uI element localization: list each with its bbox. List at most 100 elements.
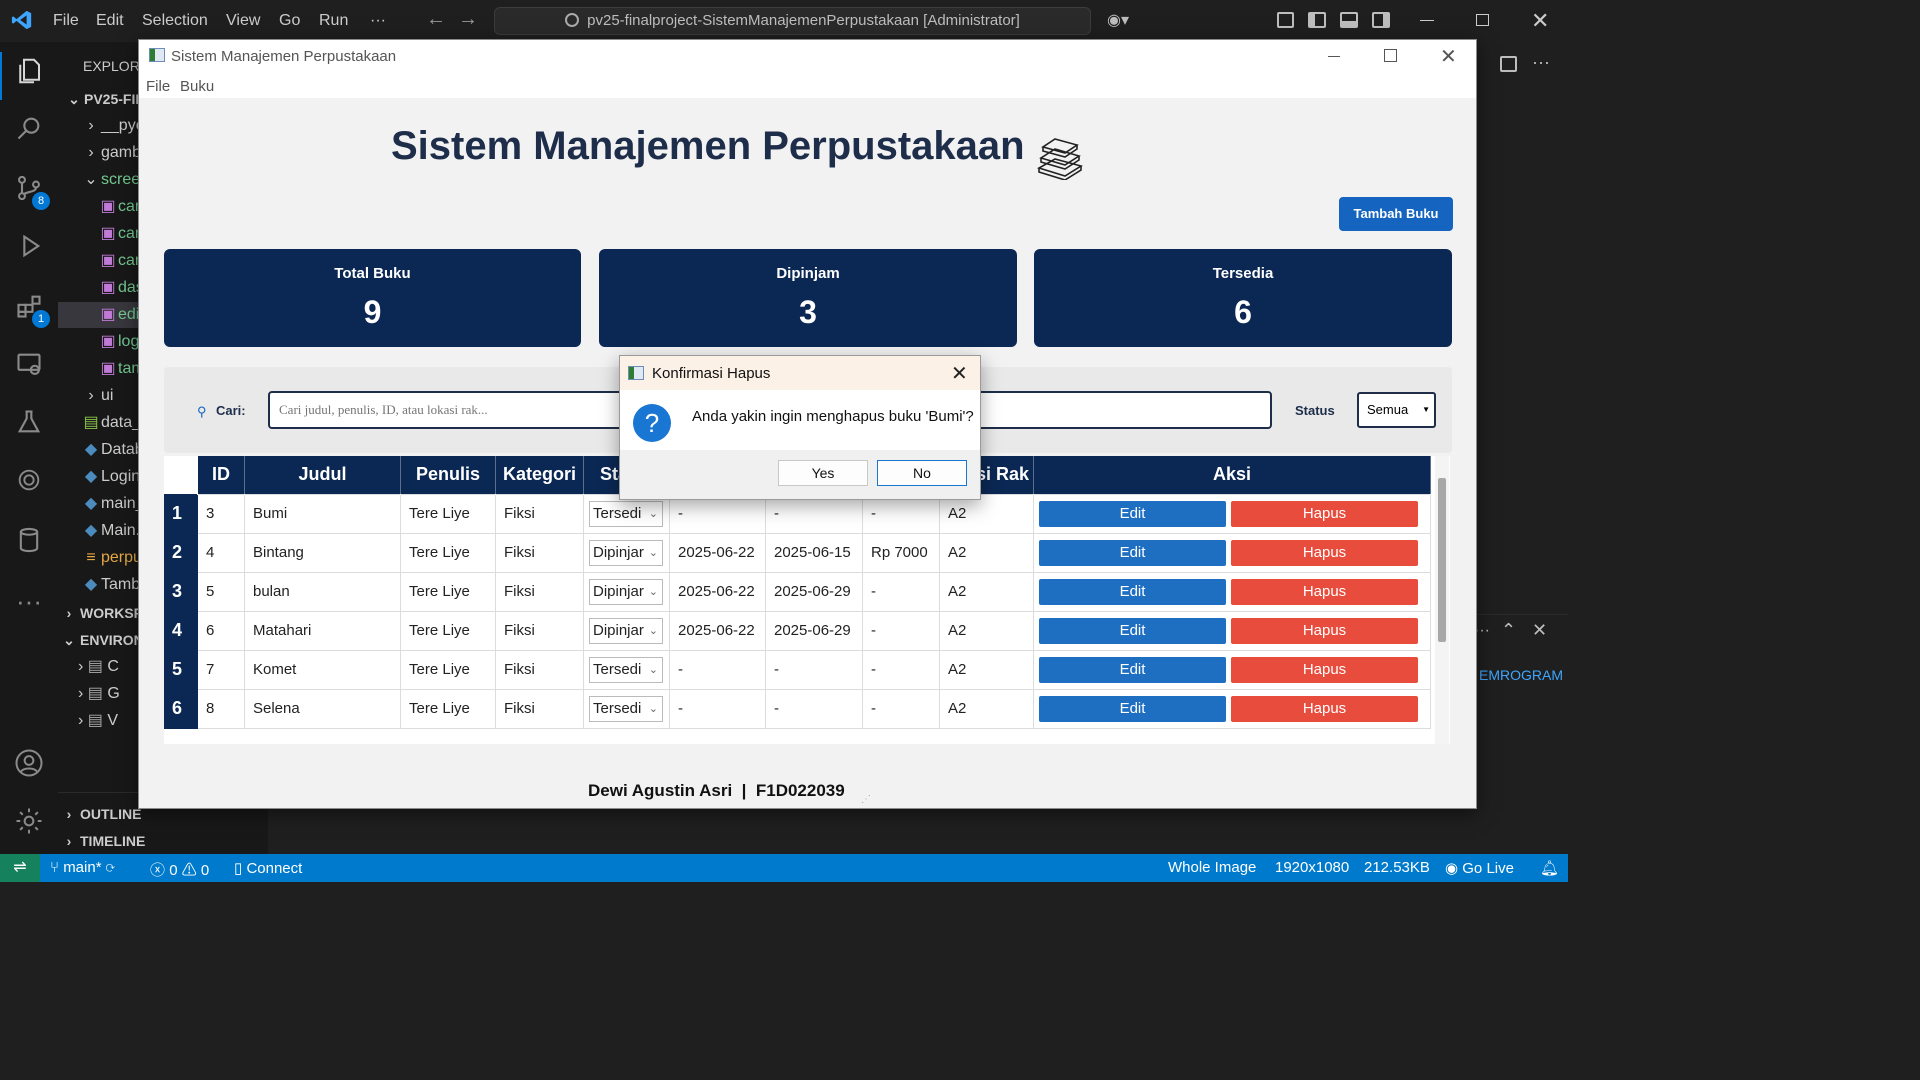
menu-go[interactable]: Go [279,12,300,30]
cell-status: Dipinjar ⌄ [583,571,670,612]
menu-edit[interactable]: Edit [96,12,124,30]
app-close-icon[interactable]: ✕ [1440,44,1457,69]
cell-penulis: Tere Liye [400,493,496,534]
database-icon[interactable] [12,526,46,560]
toggle-sidebar-icon[interactable] [1308,12,1326,28]
status-select[interactable]: Dipinjar ⌄ [589,617,663,644]
toggle-secondary-sidebar-icon[interactable] [1372,12,1390,28]
image-scope[interactable]: Whole Image [1168,859,1256,876]
yes-button[interactable]: Yes [778,460,868,486]
menu-more[interactable]: ··· [370,12,386,30]
edit-button[interactable]: Edit [1039,539,1226,566]
stat-card-total: Total Buku 9 [164,249,581,347]
forward-arrow-icon[interactable]: → [458,8,478,31]
image-file-icon: ▣ [100,198,116,215]
confirm-delete-dialog: Konfirmasi Hapus ✕ ? Anda yakin ingin me… [619,355,981,500]
explorer-tree-label: PV25-FIN [84,91,146,107]
settings-gear-icon[interactable] [12,806,46,840]
col-header-judul[interactable]: Judul [244,456,401,494]
panel-maximize-icon[interactable]: ⌃ [1501,620,1516,641]
toggle-panel-icon[interactable] [1340,12,1358,28]
hapus-button[interactable]: Hapus [1231,656,1418,683]
table-row[interactable]: 6 8 Selena Tere Liye Fiksi Tersedi ⌄ - - - A2 Edit H… [164,688,1431,729]
hapus-button[interactable]: Hapus [1231,539,1418,566]
table-row[interactable]: 5 7 Komet Tere Liye Fiksi Tersedi ⌄ - - - A2 Edit Ha… [164,649,1431,690]
command-center[interactable]: pv25-finalproject-SistemManajemenPerpust… [494,7,1091,35]
accounts-icon[interactable] [12,748,46,782]
app-maximize-icon[interactable] [1384,49,1397,62]
back-arrow-icon[interactable]: ← [426,8,446,31]
close-icon[interactable]: ✕ [1531,8,1549,34]
restore-icon[interactable] [1476,14,1489,26]
hapus-button[interactable]: Hapus [1231,617,1418,644]
remote-explorer-icon[interactable] [12,350,46,384]
status-select[interactable]: Dipinjar ⌄ [589,539,663,566]
more-views-icon[interactable]: ··· [12,584,46,618]
cell-status: Dipinjar ⌄ [583,610,670,651]
cell-kategori: Fiksi [495,688,584,729]
table-row[interactable]: 4 6 Matahari Tere Liye Fiksi Dipinjar ⌄ 2025-06… [164,610,1431,651]
explorer-icon[interactable] [12,56,46,90]
status-select[interactable]: Tersedi ⌄ [589,656,663,683]
extensions-icon[interactable]: 1 [12,292,50,328]
status-select-value: Dipinjar [593,582,644,600]
table-vscrollbar[interactable] [1435,456,1449,744]
run-debug-icon[interactable] [12,232,46,266]
copilot-icon[interactable]: ◉▾ [1107,10,1129,30]
table-row[interactable]: 3 5 bulan Tere Liye Fiksi Dipinjar ⌄ 2025-06-22… [164,571,1431,612]
notifications-bell-icon[interactable]: 🔔︎ [1540,859,1559,877]
status-select[interactable]: Tersedi ⌄ [589,695,663,722]
panel-close-icon[interactable]: ✕ [1532,620,1547,641]
col-header-kategori[interactable]: Kategori [495,456,584,494]
hapus-button[interactable]: Hapus [1231,500,1418,527]
section-timeline[interactable]: › TIMELINE [58,828,268,854]
search-icon[interactable] [12,114,46,148]
resize-grip-icon[interactable]: ⋰ [861,794,871,805]
table-row[interactable]: 2 4 Bintang Tere Liye Fiksi Dipinjar ⌄ 2025-06-… [164,532,1431,573]
no-button[interactable]: No [877,460,967,486]
split-editor-icon[interactable] [1500,56,1517,72]
image-dims: 1920x1080 [1275,859,1350,876]
chatgpt-icon[interactable] [12,466,46,500]
edit-button[interactable]: Edit [1039,500,1226,527]
connect-status[interactable]: ▯ Connect [234,859,302,877]
cell-tanggal-kembali: - [765,688,863,729]
cell-denda: - [862,688,940,729]
app-minimize-icon[interactable] [1328,56,1340,57]
minimize-icon[interactable] [1420,20,1434,21]
edit-button[interactable]: Edit [1039,656,1226,683]
hapus-button[interactable]: Hapus [1231,695,1418,722]
branch-status[interactable]: ⑂ main* ⟳ [50,859,115,876]
status-select[interactable]: Tersedi ⌄ [589,500,663,527]
hapus-button[interactable]: Hapus [1231,578,1418,605]
edit-button[interactable]: Edit [1039,695,1226,722]
status-select[interactable]: Dipinjar ⌄ [589,578,663,605]
editor-more-icon[interactable]: ··· [1532,52,1550,73]
status-filter-select[interactable]: Semua ▼ [1357,392,1436,428]
col-header-penulis[interactable]: Penulis [400,456,496,494]
go-live-button[interactable]: ◉ Go Live [1445,859,1514,877]
scrollbar-thumb[interactable] [1438,478,1446,642]
cell-kategori: Fiksi [495,532,584,573]
image-file-icon: ▣ [100,279,116,296]
cell-tanggal-pinjam: 2025-06-22 [669,610,766,651]
dialog-close-icon[interactable]: ✕ [951,361,968,386]
problems-status[interactable]: ⓧ 0 ⚠ 0 [150,859,209,880]
col-header-aksi[interactable]: Aksi [1033,456,1431,494]
menu-run[interactable]: Run [319,12,348,30]
cell-lokasi-rak: A2 [939,571,1034,612]
remote-indicator-icon[interactable]: ⇌ [0,854,40,882]
menu-view[interactable]: View [226,12,260,30]
testing-icon[interactable] [12,408,46,442]
menu-file[interactable]: File [53,12,79,30]
menu-selection[interactable]: Selection [142,12,208,30]
edit-button[interactable]: Edit [1039,578,1226,605]
col-header-id[interactable]: ID [197,456,245,494]
source-control-icon[interactable]: 8 [12,174,50,210]
activity-bar: 8 1 ··· [0,42,58,854]
app-menu-buku[interactable]: Buku [180,78,214,95]
customize-layout-icon[interactable] [1277,12,1294,28]
add-book-button[interactable]: Tambah Buku [1339,197,1453,231]
app-menu-file[interactable]: File [146,78,170,95]
edit-button[interactable]: Edit [1039,617,1226,644]
